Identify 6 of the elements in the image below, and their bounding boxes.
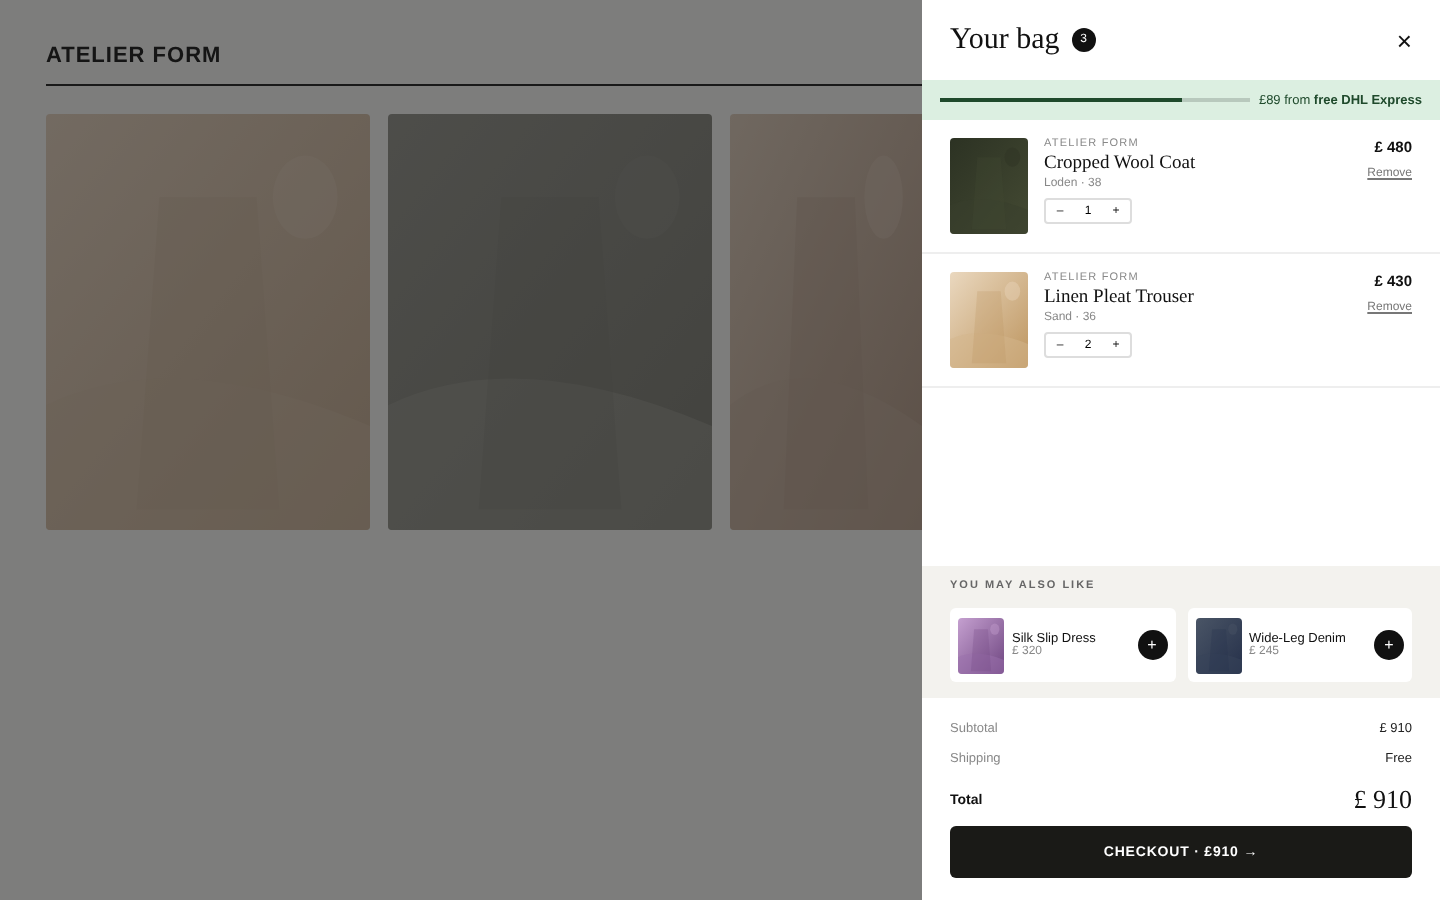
add-button[interactable]: + bbox=[1137, 630, 1167, 660]
item-name: Cropped Wool Coat bbox=[1044, 154, 1198, 174]
add-button[interactable]: + bbox=[1374, 630, 1404, 660]
item-name: Linen Pleat Trouser bbox=[1044, 288, 1196, 308]
total-value: £ 910 bbox=[1353, 784, 1412, 816]
close-button[interactable]: × bbox=[1396, 25, 1412, 55]
